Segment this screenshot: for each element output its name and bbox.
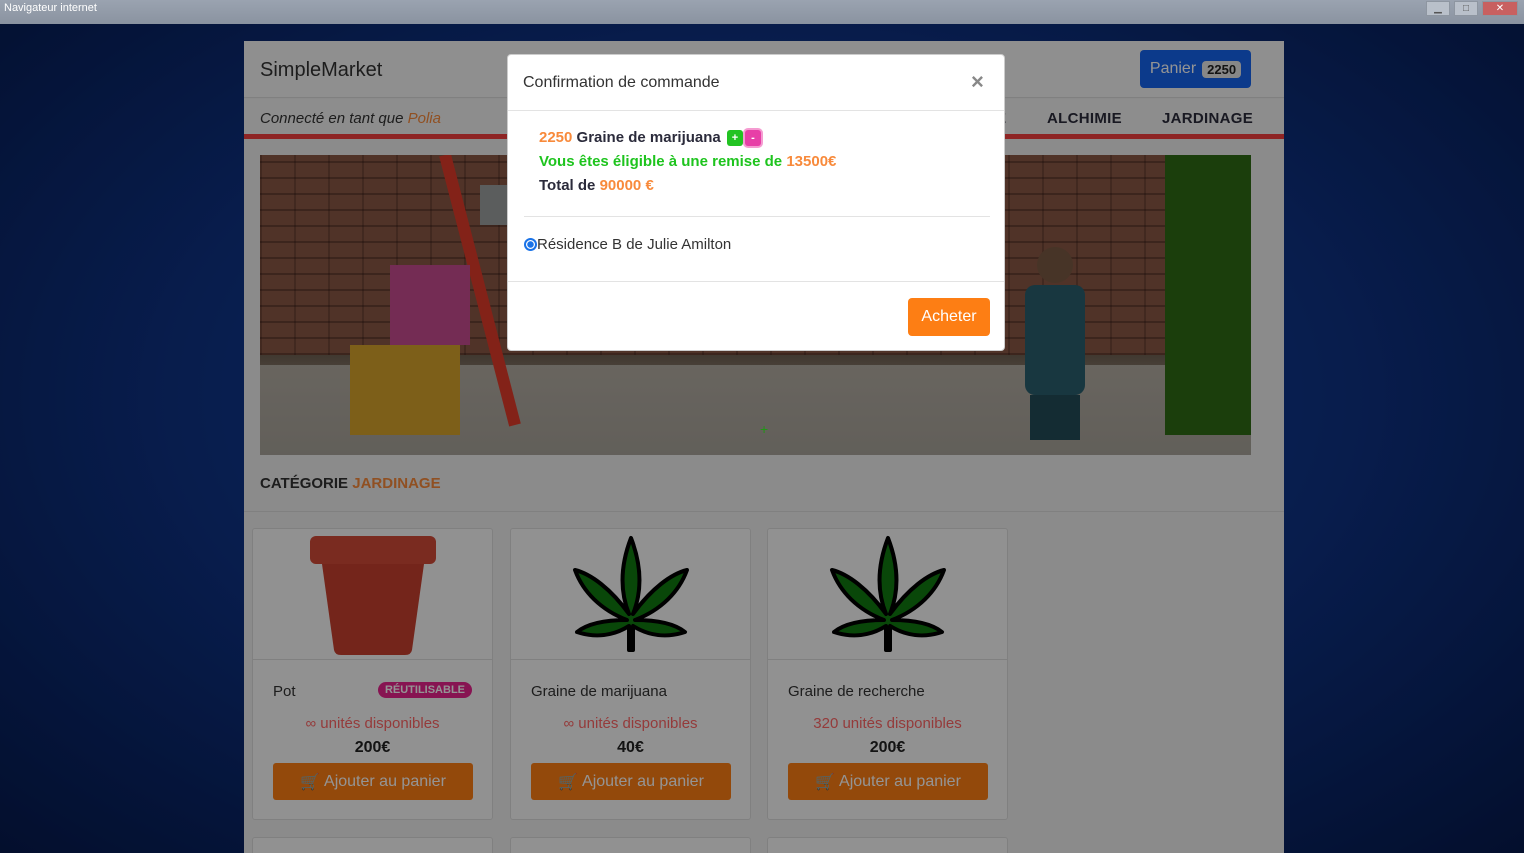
close-icon[interactable]: × [971,69,984,95]
os-titlebar: Navigateur internet ▁ □ ✕ [0,0,1524,24]
window-title: Navigateur internet [4,2,97,14]
discount-line: Vous êtes éligible à une remise de 13500… [539,153,836,170]
maximize-button[interactable]: □ [1454,1,1478,16]
discount-text: Vous êtes éligible à une remise de [539,153,783,170]
total-value: 90000 € [599,177,654,194]
address-label: Résidence B de Julie Amilton [537,236,732,253]
address-option[interactable]: Résidence B de Julie Amilton [524,236,731,253]
modal-body: 2250 Graine de marijuana + - Vous êtes él… [508,112,1004,281]
modal-footer: Acheter [508,281,1004,351]
order-item-line: 2250 Graine de marijuana + - [539,129,761,147]
modal-header: Confirmation de commande × [508,55,1004,111]
address-radio[interactable] [524,238,537,251]
discount-value: 13500€ [786,153,837,170]
buy-button[interactable]: Acheter [908,298,990,336]
total-line: Total de 90000 € [539,177,654,194]
minimize-button[interactable]: ▁ [1426,1,1450,16]
window-controls: ▁ □ ✕ [1426,1,1518,16]
increase-quantity-button[interactable]: + [726,130,743,147]
order-confirmation-modal: Confirmation de commande × 2250 Graine d… [507,54,1005,351]
order-quantity: 2250 [539,129,573,146]
order-item-name: Graine de marijuana [576,129,721,146]
divider [524,216,990,217]
decrease-quantity-button[interactable]: - [744,130,761,147]
total-label: Total de [539,177,596,194]
modal-title: Confirmation de commande [523,74,720,91]
close-window-button[interactable]: ✕ [1482,1,1518,16]
